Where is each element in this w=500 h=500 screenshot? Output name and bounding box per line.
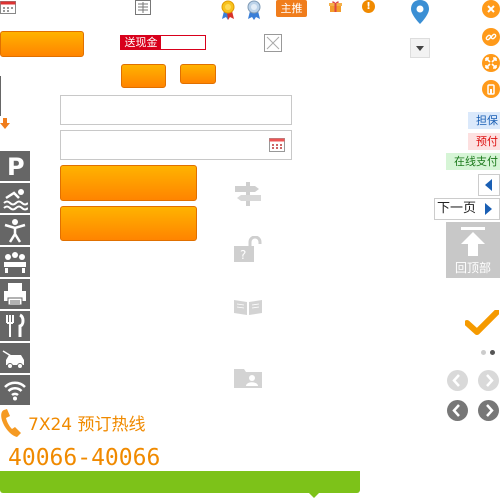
pagination-dot-inactive[interactable] bbox=[481, 350, 486, 355]
expand-icon[interactable] bbox=[482, 54, 500, 72]
meeting-room-icon bbox=[0, 247, 30, 277]
signpost-icon bbox=[233, 182, 263, 206]
search-button[interactable] bbox=[60, 165, 197, 201]
silver-medal-icon bbox=[246, 0, 262, 20]
pagination-dot-active[interactable] bbox=[490, 350, 495, 355]
wifi-icon bbox=[0, 375, 30, 405]
recommend-badge: 主推 bbox=[276, 0, 307, 17]
hotline-label: 7X24 预订热线 bbox=[28, 415, 146, 435]
prev-arrow-light-button[interactable] bbox=[447, 370, 468, 391]
link-icon[interactable] bbox=[482, 28, 500, 46]
back-to-top-label: 回顶部 bbox=[454, 261, 491, 275]
back-to-top-button[interactable]: 回顶部 bbox=[446, 222, 500, 278]
guarantee-tag: 担保 bbox=[468, 112, 500, 129]
business-center-icon bbox=[0, 279, 30, 309]
green-bar bbox=[0, 471, 360, 493]
svg-text:P: P bbox=[7, 153, 25, 179]
cash-badge-label: 送现金 bbox=[121, 36, 161, 49]
book-button[interactable] bbox=[60, 206, 197, 241]
prev-arrow-dark-button[interactable] bbox=[447, 400, 468, 421]
next-page-label: 下一页 bbox=[437, 201, 477, 216]
restaurant-icon bbox=[0, 311, 30, 341]
hotline-number[interactable]: 40066-40066 bbox=[8, 443, 160, 473]
svg-text:?: ? bbox=[240, 248, 246, 262]
lock-question-icon: ? bbox=[234, 235, 264, 262]
date-input[interactable] bbox=[60, 130, 292, 160]
close-box-icon[interactable] bbox=[264, 34, 282, 52]
green-bar-pointer bbox=[309, 493, 319, 498]
prev-page-button[interactable] bbox=[478, 174, 500, 196]
online-pay-tag: 在线支付 bbox=[446, 153, 500, 170]
car-rental-icon bbox=[0, 343, 30, 373]
text-input[interactable] bbox=[60, 95, 292, 125]
calendar-icon[interactable] bbox=[0, 0, 16, 14]
list-calendar-icon[interactable] bbox=[135, 0, 151, 15]
next-page-button[interactable]: 下一页 bbox=[434, 198, 500, 220]
open-book-icon bbox=[233, 298, 263, 316]
arrow-up-icon bbox=[461, 232, 485, 256]
folder-user-icon bbox=[234, 366, 264, 388]
calendar-picker-icon[interactable] bbox=[269, 138, 285, 152]
gift-icon bbox=[329, 0, 342, 13]
secondary-button-right[interactable] bbox=[180, 64, 216, 84]
chevron-down-icon bbox=[416, 46, 424, 51]
info-icon[interactable]: ! bbox=[362, 0, 375, 13]
next-arrow-dark-button[interactable] bbox=[478, 400, 499, 421]
checkmark-icon bbox=[464, 309, 500, 336]
close-circle-icon[interactable] bbox=[482, 0, 500, 18]
cash-badge: 送现金 bbox=[120, 35, 206, 50]
gold-medal-icon bbox=[220, 0, 236, 20]
fitness-icon bbox=[0, 215, 30, 245]
vertical-divider bbox=[0, 76, 1, 116]
phone-icon bbox=[0, 408, 24, 438]
dropdown-toggle[interactable] bbox=[410, 38, 430, 58]
map-pin-icon[interactable] bbox=[410, 0, 430, 24]
arrow-down-icon bbox=[0, 118, 10, 130]
chevron-right-icon bbox=[485, 203, 492, 215]
primary-action-button[interactable] bbox=[0, 31, 84, 57]
swimming-icon bbox=[0, 183, 30, 213]
prepay-tag: 预付 bbox=[468, 133, 500, 150]
secondary-button-left[interactable] bbox=[121, 64, 166, 88]
next-arrow-light-button[interactable] bbox=[478, 370, 499, 391]
chevron-left-icon bbox=[485, 179, 492, 191]
house-icon[interactable] bbox=[482, 80, 500, 98]
parking-icon: P bbox=[0, 151, 30, 181]
